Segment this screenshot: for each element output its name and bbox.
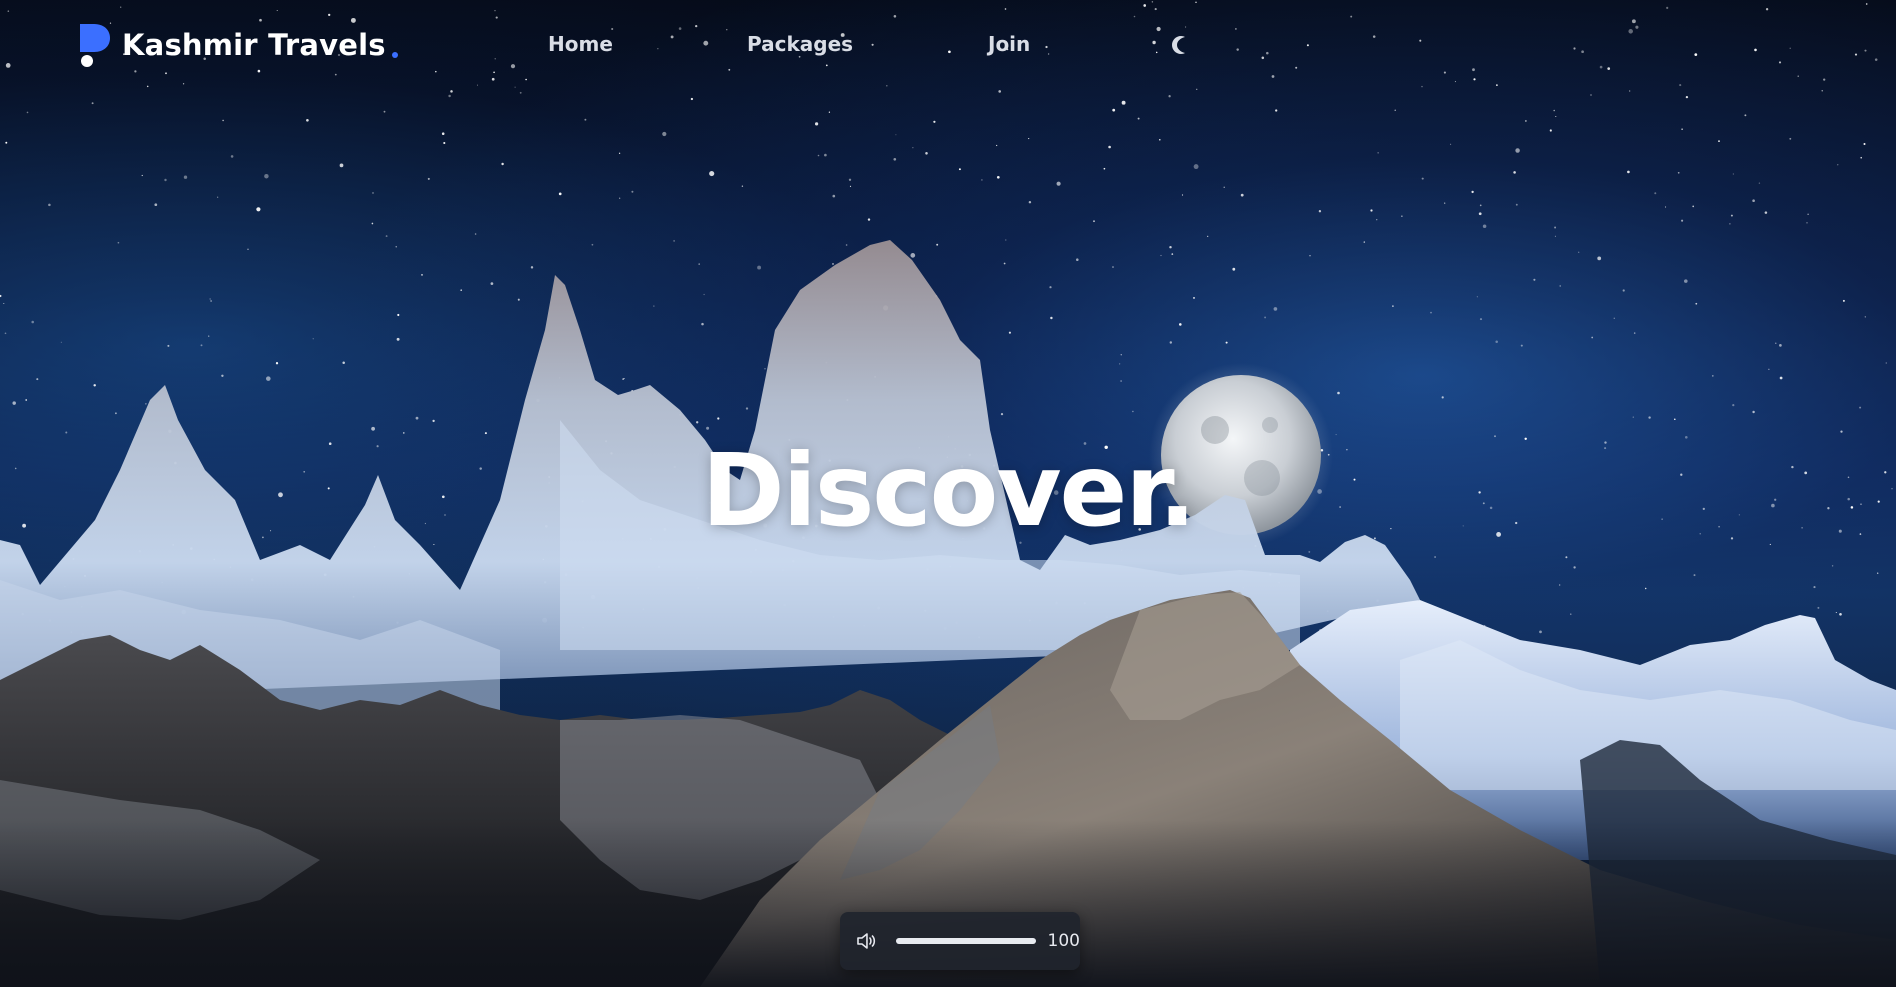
top-navigation: Kashmir Travels Home Packages Join <box>0 0 1896 92</box>
volume-slider[interactable] <box>895 938 1036 944</box>
volume-value: 100 <box>1047 931 1080 951</box>
moon-icon[interactable] <box>1166 33 1190 57</box>
brand-dot <box>391 52 398 58</box>
speaker-icon[interactable] <box>854 928 880 954</box>
brand-logo-icon <box>80 24 110 67</box>
brand-name: Kashmir Travels <box>122 28 386 62</box>
page: Kashmir Travels Home Packages Join Disco… <box>0 0 1896 987</box>
nav-home[interactable]: Home <box>548 32 613 56</box>
volume-slider-fill <box>895 938 1036 944</box>
nav-packages[interactable]: Packages <box>747 32 853 56</box>
nav-join[interactable]: Join <box>988 32 1030 56</box>
audio-player: 100 <box>840 912 1080 970</box>
hero-title: Discover. <box>701 432 1197 549</box>
brand-link[interactable]: Kashmir Travels <box>78 22 398 68</box>
